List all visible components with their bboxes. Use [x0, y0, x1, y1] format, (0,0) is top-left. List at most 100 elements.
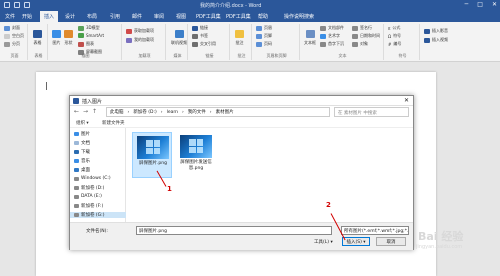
nav-drive-f[interactable]: 新加卷 (F:)	[74, 203, 103, 209]
insert-button[interactable]: 插入(S) ▾	[342, 237, 370, 246]
footer-button[interactable]: 页脚	[256, 33, 272, 39]
get-addins-button[interactable]: 获取加载项	[126, 28, 154, 34]
wordart-button[interactable]: 艺术字	[320, 33, 340, 39]
tell-me-search[interactable]: 操作说明搜索	[284, 13, 314, 20]
close-icon[interactable]: ✕	[492, 1, 497, 8]
navigation-pane: 图片 文档 下载 音乐 桌面 Windows (C:) 新加卷 (D:) DAT…	[70, 128, 126, 222]
group-illustrations: 图片 形状 3D模型 SmartArt 图表 屏幕截图 插图	[50, 24, 122, 60]
cancel-button[interactable]: 取消	[376, 237, 406, 246]
nav-downloads[interactable]: 下载	[74, 149, 90, 155]
nav-desktop[interactable]: 桌面	[74, 167, 90, 173]
table-button[interactable]: 表格	[33, 30, 42, 46]
tab-view[interactable]: 视图	[176, 13, 186, 20]
filetype-select[interactable]: 所有图片(*.emf;*.wmf;*.jpg;*.j	[341, 226, 409, 235]
forward-icon[interactable]: →	[83, 108, 88, 115]
group-addins: 获取加载项 我的加载项 加载项	[124, 24, 166, 60]
nav-documents[interactable]: 文档	[74, 140, 90, 146]
shapes-button[interactable]: 形状	[64, 30, 73, 46]
header-icon	[256, 25, 262, 31]
group-links: 链接 书签 交叉引用 链接	[190, 24, 230, 60]
file-item-selected[interactable]: 屏保图片.png	[132, 132, 172, 178]
title-bar: 我的简介介绍.docx - Word ─ □ ✕	[0, 0, 500, 11]
back-icon[interactable]: ←	[74, 108, 79, 115]
nav-drive-c[interactable]: Windows (C:)	[74, 176, 111, 181]
chart-button[interactable]: 图表	[78, 41, 94, 47]
tab-insert[interactable]: 插入	[40, 11, 59, 22]
cross-reference-button[interactable]: 交叉引用	[192, 41, 216, 47]
quick-access-toolbar	[4, 2, 30, 8]
comment-button[interactable]: 批注	[235, 30, 244, 46]
drive-icon	[74, 204, 79, 208]
tab-design[interactable]: 设计	[65, 13, 75, 20]
organize-button[interactable]: 组织 ▾	[76, 120, 89, 126]
breadcrumb-drive-d[interactable]: 新加卷 (D:)	[133, 109, 156, 115]
filename-input[interactable]: 屏保图片.png	[136, 226, 332, 235]
redo-icon[interactable]	[24, 2, 30, 8]
save-icon[interactable]	[4, 2, 10, 8]
address-bar[interactable]: 此电脑 › 新加卷 (D:) › learn › 我的文件 › 素材图片	[106, 107, 330, 117]
breadcrumb-this-pc[interactable]: 此电脑	[110, 109, 124, 115]
tab-pdf-2[interactable]: PDF工具集	[226, 13, 251, 20]
smartart-button[interactable]: SmartArt	[78, 33, 104, 38]
insert-video-button[interactable]: 插入视频	[424, 37, 448, 43]
tab-references[interactable]: 引用	[110, 13, 120, 20]
tab-layout[interactable]: 布局	[87, 13, 97, 20]
pictures-button[interactable]: 图片	[52, 30, 61, 46]
filename-label: 文件名(N):	[86, 229, 108, 234]
nav-drive-g[interactable]: 新加卷 (G:)	[70, 212, 126, 218]
nav-drive-e[interactable]: DATA (E:)	[74, 194, 102, 199]
dialog-close-icon[interactable]: ✕	[404, 97, 409, 104]
breadcrumb-learn[interactable]: learn	[167, 110, 178, 115]
my-addins-button[interactable]: 我的加载项	[126, 37, 154, 43]
object-button[interactable]: 对象	[352, 41, 368, 47]
date-time-button[interactable]: 日期和时间	[352, 33, 380, 39]
insert-picture-dialog: 插入图片 ✕ ← → ↑ 此电脑 › 新加卷 (D:) › learn › 我的文件 ›…	[69, 95, 414, 250]
numbering-button[interactable]: # 编号	[388, 41, 401, 47]
symbol-button[interactable]: Ω 符号	[388, 33, 401, 39]
link-button[interactable]: 链接	[192, 25, 208, 31]
cover-page-button[interactable]: 封面	[4, 25, 20, 31]
tab-home[interactable]: 开始	[22, 13, 32, 20]
nav-drive-d[interactable]: 新加卷 (D:)	[74, 185, 104, 191]
drive-icon	[74, 194, 79, 199]
image-thumbnail	[180, 135, 212, 158]
search-box[interactable]: 在 素材图片 中搜索	[334, 107, 409, 117]
breadcrumb-material-images[interactable]: 素材图片	[216, 109, 234, 115]
tools-button[interactable]: 工具(L) ▾	[314, 239, 333, 245]
maximize-icon[interactable]: □	[477, 1, 483, 8]
blank-page-button[interactable]: 空白页	[4, 33, 24, 39]
tab-file[interactable]: 文件	[5, 13, 15, 20]
header-button[interactable]: 页眉	[256, 25, 272, 31]
tab-pdf-1[interactable]: PDF工具集	[196, 13, 221, 20]
insert-audio-button[interactable]: 插入影音	[424, 28, 448, 34]
textbox-button[interactable]: 文本框	[304, 30, 316, 46]
drop-cap-button[interactable]: 首字下沉	[320, 41, 344, 47]
tab-mailings[interactable]: 邮件	[132, 13, 142, 20]
file-name: 屏保图片.png	[139, 161, 167, 166]
3d-models-button[interactable]: 3D模型	[78, 25, 100, 31]
text-cursor	[46, 82, 47, 90]
tab-help[interactable]: 帮助	[258, 13, 268, 20]
comment-icon	[235, 30, 244, 38]
equation-button[interactable]: π 公式	[388, 25, 400, 31]
quick-parts-button[interactable]: 文档部件	[320, 25, 344, 31]
new-folder-button[interactable]: 新建文件夹	[102, 120, 125, 126]
nav-pictures[interactable]: 图片	[74, 131, 90, 137]
online-video-button[interactable]: 联机视频	[171, 30, 187, 46]
cross-reference-icon	[192, 41, 198, 47]
undo-icon[interactable]	[14, 2, 20, 8]
navigation-row: ← → ↑ 此电脑 › 新加卷 (D:) › learn › 我的文件 › 素材图片 在…	[70, 106, 413, 118]
minimize-icon[interactable]: ─	[465, 1, 469, 8]
up-icon[interactable]: ↑	[92, 108, 97, 115]
signature-line-button[interactable]: 签名行	[352, 25, 372, 31]
wordart-icon	[320, 33, 326, 39]
chart-icon	[78, 41, 84, 47]
page-break-button[interactable]: 分页	[4, 41, 20, 47]
nav-music[interactable]: 音乐	[74, 158, 90, 164]
page-number-button[interactable]: 页码	[256, 41, 272, 47]
breadcrumb-my-files[interactable]: 我的文件	[188, 109, 206, 115]
file-item[interactable]: 屏保图片发送信息.png	[176, 132, 216, 178]
signature-icon	[352, 25, 358, 31]
tab-review[interactable]: 审阅	[154, 13, 164, 20]
bookmark-button[interactable]: 书签	[192, 33, 208, 39]
